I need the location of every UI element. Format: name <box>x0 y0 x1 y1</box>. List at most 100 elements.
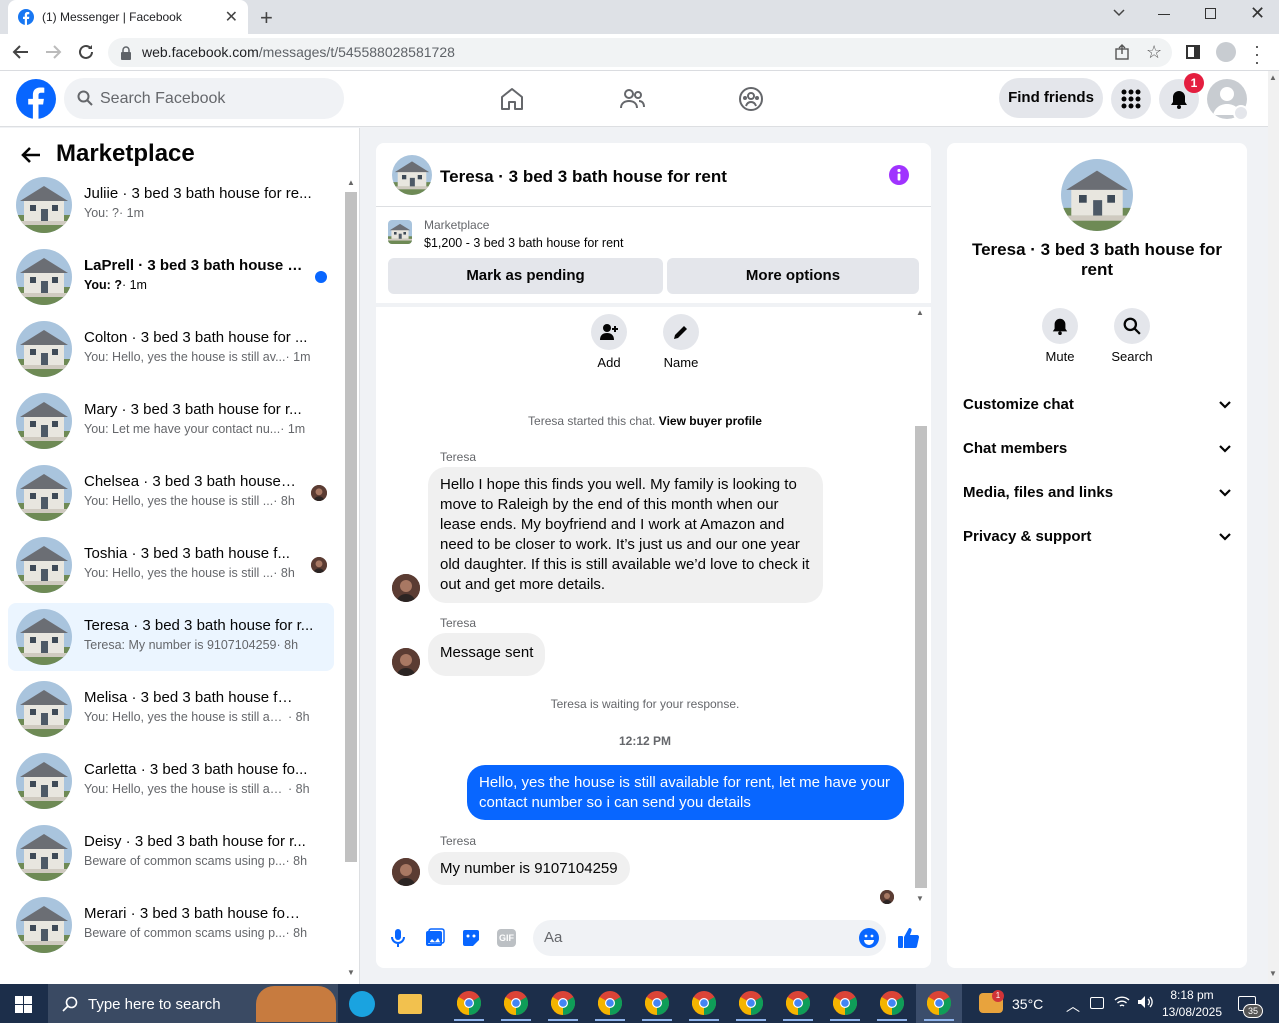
chat-listing-avatar[interactable] <box>392 155 432 195</box>
clock-date[interactable]: 13/08/2025 <box>1156 1005 1228 1019</box>
conversation-name: Melisa · 3 bed 3 bath house for ... <box>84 689 300 706</box>
friends-nav-icon[interactable] <box>619 86 645 112</box>
message-timestamp: 12:12 PM <box>618 734 672 748</box>
bookmark-star-icon[interactable]: ☆ <box>1146 42 1162 63</box>
conversation-item[interactable]: Melisa · 3 bed 3 bath house for ... You: … <box>8 675 334 743</box>
mute-button[interactable] <box>1042 308 1078 344</box>
message-bubble-outgoing[interactable]: Hello, yes the house is still available … <box>467 765 904 820</box>
search-chat-button[interactable] <box>1114 308 1150 344</box>
more-options-button[interactable]: More options <box>667 258 919 294</box>
conversation-item[interactable]: Merari · 3 bed 3 bath house for ... Bewar… <box>8 891 334 959</box>
sidebar-scrollbar[interactable]: ▲ ▼ <box>344 178 358 982</box>
volume-icon[interactable] <box>1137 995 1153 1009</box>
chrome-taskbar-icon[interactable] <box>540 984 586 1023</box>
forward-arrow-icon[interactable] <box>44 43 62 61</box>
thumbs-up-icon[interactable] <box>897 926 921 950</box>
tray-chevron-icon[interactable]: ︿ <box>1066 996 1080 1016</box>
chrome-taskbar-icon[interactable] <box>916 984 962 1023</box>
listing-thumbnail[interactable] <box>388 220 412 244</box>
chrome-taskbar-icon[interactable] <box>493 984 539 1023</box>
microphone-icon[interactable] <box>390 928 406 948</box>
message-bubble-incoming[interactable]: My number is 9107104259 <box>428 852 630 885</box>
sticker-icon[interactable] <box>461 928 481 948</box>
new-tab-icon[interactable]: + <box>260 5 273 31</box>
preview-time: · 8h <box>273 566 295 580</box>
windows-start-icon[interactable] <box>15 996 32 1013</box>
message-input[interactable]: Aa <box>533 920 886 956</box>
home-nav-icon[interactable] <box>499 86 525 112</box>
edge-icon[interactable] <box>349 991 375 1017</box>
back-arrow-icon[interactable] <box>20 144 42 166</box>
facebook-logo-icon[interactable] <box>16 79 56 119</box>
sender-name: Teresa <box>440 450 477 464</box>
address-bar[interactable]: web.facebook.com/messages/t/545588028581… <box>108 38 1172 67</box>
reload-icon[interactable] <box>77 43 95 61</box>
groups-nav-icon[interactable] <box>738 86 764 112</box>
sender-avatar[interactable] <box>392 858 420 886</box>
browser-tab[interactable]: (1) Messenger | Facebook ✕ <box>8 0 248 34</box>
lock-icon[interactable] <box>120 46 132 60</box>
conversation-item[interactable]: Teresa · 3 bed 3 bath house for r... Tere… <box>8 603 334 671</box>
conversation-item[interactable]: Colton · 3 bed 3 bath house for ... You: … <box>8 315 334 383</box>
clock-time[interactable]: 8:18 pm <box>1160 988 1224 1002</box>
chrome-taskbar-icon[interactable] <box>681 984 727 1023</box>
message-bubble-incoming[interactable]: Message sent <box>428 633 546 676</box>
chrome-taskbar-icon[interactable] <box>587 984 633 1023</box>
chrome-taskbar-icon[interactable] <box>634 984 680 1023</box>
close-window-icon[interactable]: ✕ <box>1250 3 1265 24</box>
back-arrow-icon[interactable] <box>12 43 30 61</box>
minimize-icon[interactable] <box>1158 14 1170 15</box>
conversation-item[interactable]: Mary · 3 bed 3 bath house for r... You: L… <box>8 387 334 455</box>
chat-info-avatar[interactable] <box>1061 159 1133 231</box>
find-friends-button[interactable]: Find friends <box>999 78 1103 118</box>
network-icon[interactable] <box>1090 997 1104 1009</box>
tab-search-icon[interactable] <box>1112 6 1126 20</box>
listing-title[interactable]: $1,200 - 3 bed 3 bath house for rent <box>424 236 623 250</box>
media-files-section[interactable]: Media, files and links <box>963 484 1231 501</box>
temperature-text[interactable]: 35°C <box>1012 996 1043 1012</box>
facebook-search-input[interactable]: Search Facebook <box>64 78 344 119</box>
page-scrollbar[interactable]: ▲ ▼ <box>1268 71 1279 984</box>
chat-members-section[interactable]: Chat members <box>963 440 1231 457</box>
profile-icon[interactable] <box>1216 42 1236 62</box>
file-explorer-icon[interactable] <box>398 994 422 1014</box>
conversation-name: Merari · 3 bed 3 bath house for ... <box>84 905 300 922</box>
mark-as-pending-button[interactable]: Mark as pending <box>388 258 663 294</box>
conversation-item[interactable]: LaPrell · 3 bed 3 bath house fo... You: ?… <box>8 243 334 311</box>
menu-grid-button[interactable] <box>1111 79 1151 119</box>
privacy-support-section[interactable]: Privacy & support <box>963 528 1231 545</box>
message-bubble-incoming[interactable]: Hello I hope this finds you well. My fam… <box>428 467 823 603</box>
name-chat-button[interactable] <box>663 314 699 350</box>
chat-scrollbar[interactable]: ▲ ▼ <box>914 308 928 908</box>
chrome-taskbar-icon[interactable] <box>869 984 915 1023</box>
add-people-button[interactable] <box>591 314 627 350</box>
conversation-item[interactable]: Carletta · 3 bed 3 bath house fo... You: … <box>8 747 334 815</box>
conversation-avatar <box>16 465 72 521</box>
conversation-item[interactable]: Deisy · 3 bed 3 bath house for r... Bewar… <box>8 819 334 887</box>
photo-icon[interactable] <box>425 928 445 948</box>
customize-chat-section[interactable]: Customize chat <box>963 396 1231 413</box>
sender-avatar[interactable] <box>392 574 420 602</box>
sender-avatar[interactable] <box>392 648 420 676</box>
view-buyer-profile-link[interactable]: View buyer profile <box>659 414 762 428</box>
gif-icon[interactable]: GIF <box>497 929 516 947</box>
url-path: /messages/t/545588028581728 <box>258 44 455 60</box>
chrome-taskbar-icon[interactable] <box>728 984 774 1023</box>
account-chevron-icon[interactable] <box>1233 105 1249 121</box>
close-tab-icon[interactable]: ✕ <box>225 7 238 27</box>
browser-menu-icon[interactable]: · · · <box>1254 37 1260 71</box>
chat-title[interactable]: Teresa · 3 bed 3 bath house for rent <box>440 167 727 187</box>
conversation-item[interactable]: Chelsea · 3 bed 3 bath house ... You: Hel… <box>8 459 334 527</box>
preview-time: · 8h <box>276 638 299 652</box>
conversation-item[interactable]: Juliie · 3 bed 3 bath house for re... You… <box>8 171 334 239</box>
chrome-taskbar-icon[interactable] <box>775 984 821 1023</box>
info-icon[interactable] <box>889 165 909 185</box>
share-icon[interactable] <box>1114 44 1130 60</box>
emoji-icon[interactable] <box>859 928 879 948</box>
chrome-taskbar-icon[interactable] <box>446 984 492 1023</box>
side-panel-icon[interactable] <box>1186 45 1200 59</box>
chrome-taskbar-icon[interactable] <box>822 984 868 1023</box>
wifi-icon[interactable] <box>1114 995 1130 1009</box>
restore-icon[interactable] <box>1205 8 1216 19</box>
conversation-item[interactable]: Toshia · 3 bed 3 bath house f... You: Hel… <box>8 531 334 599</box>
